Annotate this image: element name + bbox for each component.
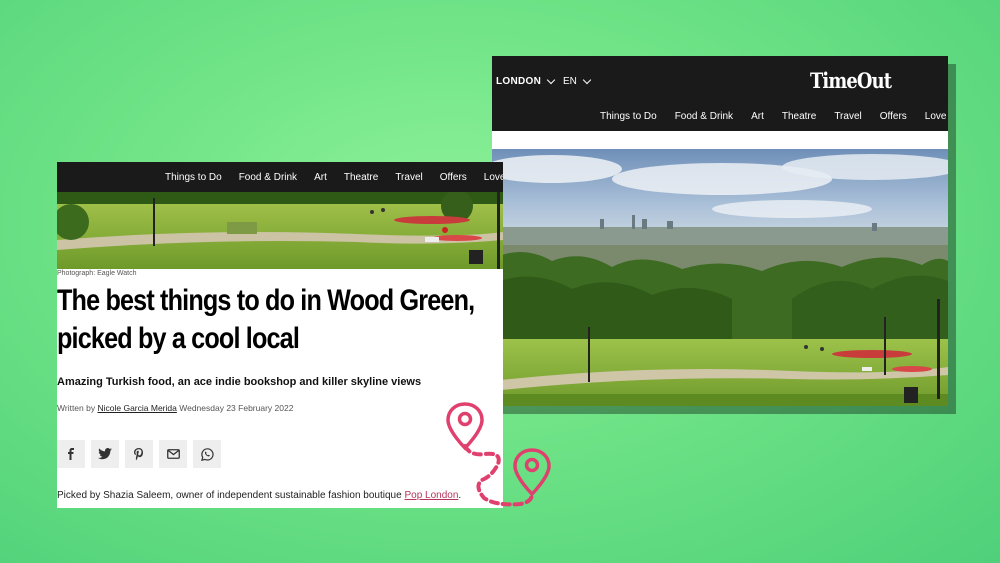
timeout-article-card-front: Things to Do Food & Drink Art Theatre Tr… — [57, 162, 503, 508]
photo-credit: Photograph: Eagle Watch — [57, 270, 137, 277]
top-nav-bar: LONDON EN TimeOut Things to Do Food & Dr… — [492, 56, 948, 131]
location-selector[interactable]: LONDON — [496, 75, 556, 87]
nav-theatre[interactable]: Theatre — [344, 172, 378, 183]
main-nav: Things to Do Food & Drink Art Theatre Tr… — [165, 172, 503, 183]
nav-things-to-do[interactable]: Things to Do — [600, 111, 657, 122]
twitter-icon — [98, 448, 112, 460]
nav-love[interactable]: Love — [484, 172, 503, 183]
article-hero-photo — [57, 192, 503, 269]
article-headline: The best things to do in Wood Green, pic… — [57, 282, 503, 358]
language-selector[interactable]: EN — [563, 75, 592, 87]
nav-art[interactable]: Art — [314, 172, 327, 183]
byline: Written by Nicole Garcia Merida Wednesda… — [57, 403, 293, 413]
publish-date: Wednesday 23 February 2022 — [179, 403, 294, 413]
share-whatsapp-button[interactable] — [193, 440, 221, 468]
email-icon — [166, 449, 180, 459]
headline-line-1: The best things to do in Wood Green, — [57, 284, 475, 317]
top-nav-bar: Things to Do Food & Drink Art Theatre Tr… — [57, 162, 503, 192]
location-pins-graphic — [446, 402, 551, 507]
nav-food-drink[interactable]: Food & Drink — [239, 172, 297, 183]
share-email-button[interactable] — [159, 440, 187, 468]
timeout-page-card-back: LONDON EN TimeOut Things to Do Food & Dr… — [492, 56, 948, 406]
byline-prefix: Written by — [57, 403, 96, 413]
chevron-down-icon — [546, 75, 556, 85]
facebook-icon — [68, 448, 74, 460]
map-pin-icon — [513, 448, 551, 497]
headline-line-2: picked by a cool local — [57, 322, 300, 355]
article-intro: Picked by Shazia Saleem, owner of indepe… — [57, 490, 461, 501]
share-facebook-button[interactable] — [57, 440, 85, 468]
author-link[interactable]: Nicole Garcia Merida — [97, 403, 176, 413]
map-pin-icon — [446, 402, 484, 451]
share-twitter-button[interactable] — [91, 440, 119, 468]
nav-travel[interactable]: Travel — [834, 111, 861, 122]
nav-travel[interactable]: Travel — [395, 172, 422, 183]
nav-love[interactable]: Love — [925, 111, 947, 122]
nav-offers[interactable]: Offers — [440, 172, 467, 183]
nav-offers[interactable]: Offers — [880, 111, 907, 122]
park-skyline-photo — [492, 149, 948, 406]
share-bar — [57, 440, 221, 468]
nav-food-drink[interactable]: Food & Drink — [675, 111, 733, 122]
share-pinterest-button[interactable] — [125, 440, 153, 468]
language-label: EN — [563, 76, 577, 87]
whatsapp-icon — [200, 447, 214, 461]
nav-art[interactable]: Art — [751, 111, 764, 122]
location-label: LONDON — [496, 76, 542, 87]
nav-theatre[interactable]: Theatre — [782, 111, 816, 122]
intro-text: Picked by Shazia Saleem, owner of indepe… — [57, 490, 402, 501]
main-nav: Things to Do Food & Drink Art Theatre Tr… — [600, 111, 948, 122]
article-subheadline: Amazing Turkish food, an ace indie books… — [57, 376, 422, 388]
pinterest-icon — [134, 447, 143, 460]
timeout-logo[interactable]: TimeOut — [810, 68, 892, 93]
chevron-down-icon — [582, 75, 592, 85]
nav-things-to-do[interactable]: Things to Do — [165, 172, 222, 183]
